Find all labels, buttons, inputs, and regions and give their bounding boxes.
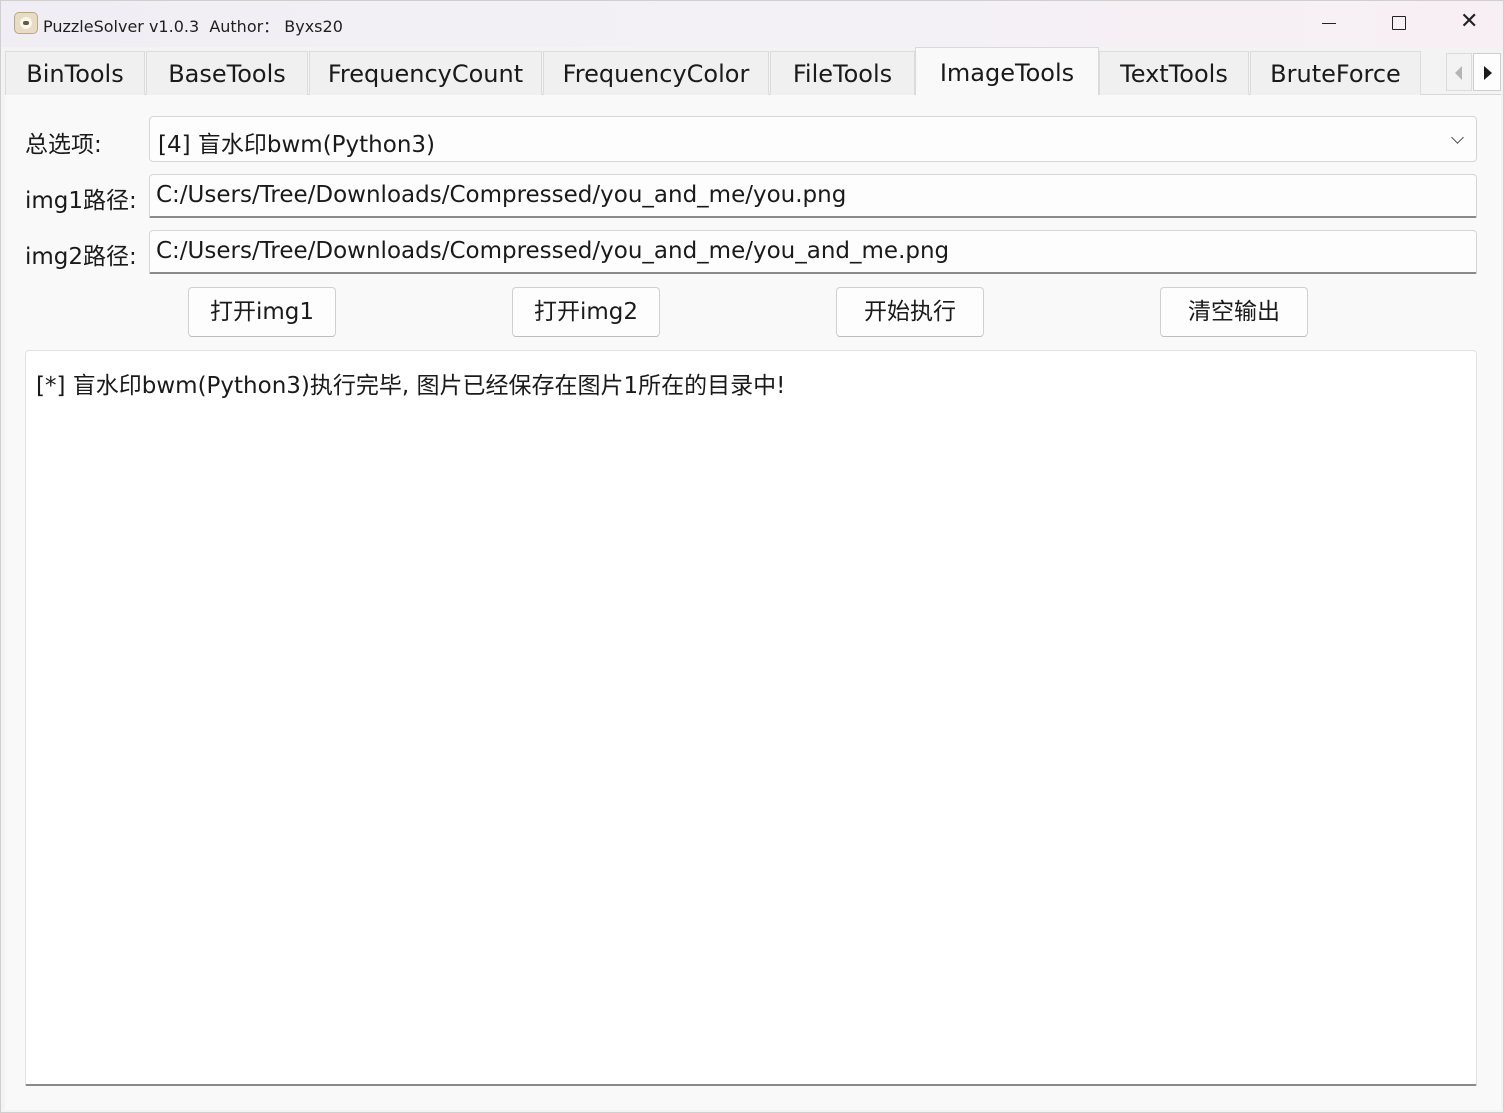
tab-scroll-right-icon[interactable] <box>1473 53 1501 91</box>
img2-path-input[interactable]: C:/Users/Tree/Downloads/Compressed/you_a… <box>149 230 1477 274</box>
minimize-button[interactable] <box>1293 1 1363 47</box>
execute-button[interactable]: 开始执行 <box>836 287 984 337</box>
maximize-button[interactable] <box>1363 1 1433 47</box>
clear-output-button[interactable]: 清空输出 <box>1160 287 1308 337</box>
tab-filetools[interactable]: FileTools <box>770 51 915 95</box>
tab-bintools[interactable]: BinTools <box>5 51 145 95</box>
img2-path-label: img2路径: <box>25 244 137 270</box>
tab-texttools[interactable]: TextTools <box>1099 51 1249 95</box>
tab-bruteforce[interactable]: BruteForce <box>1250 51 1421 95</box>
option-select-value: [4] 盲水印bwm(Python3) <box>158 132 436 158</box>
alpaca-app-icon <box>14 12 38 34</box>
app-window: PuzzleSolver v1.0.3 Author： Byxs20 ✕ Bin… <box>0 0 1504 1113</box>
maximize-icon <box>1392 16 1406 30</box>
imagetools-panel: 总选项: [4] 盲水印bwm(Python3) img1路径: C:/User… <box>5 95 1501 1110</box>
output-textarea[interactable]: [*] 盲水印bwm(Python3)执行完毕, 图片已经保存在图片1所在的目录… <box>25 350 1477 1086</box>
img1-path-input[interactable]: C:/Users/Tree/Downloads/Compressed/you_a… <box>149 174 1477 218</box>
title-bar[interactable]: PuzzleSolver v1.0.3 Author： Byxs20 ✕ <box>1 1 1503 47</box>
img2-path-value: C:/Users/Tree/Downloads/Compressed/you_a… <box>156 238 950 264</box>
tab-frequencycolor[interactable]: FrequencyColor <box>543 51 769 95</box>
open-img1-button[interactable]: 打开img1 <box>188 287 336 337</box>
tab-bar: BinTools BaseTools FrequencyCount Freque… <box>5 47 1501 96</box>
tab-basetools[interactable]: BaseTools <box>146 51 308 95</box>
option-select[interactable]: [4] 盲水印bwm(Python3) <box>149 116 1477 162</box>
tab-imagetools[interactable]: ImageTools <box>915 47 1099 96</box>
minimize-icon <box>1322 23 1336 24</box>
output-line: [*] 盲水印bwm(Python3)执行完毕, 图片已经保存在图片1所在的目录… <box>36 373 786 399</box>
window-title: PuzzleSolver v1.0.3 Author： Byxs20 <box>43 17 343 36</box>
img1-path-value: C:/Users/Tree/Downloads/Compressed/you_a… <box>156 182 847 208</box>
tab-scroll-left-icon[interactable] <box>1446 53 1472 91</box>
chevron-down-icon <box>1451 131 1464 144</box>
close-button[interactable]: ✕ <box>1433 1 1503 47</box>
option-label: 总选项: <box>25 132 102 158</box>
open-img2-button[interactable]: 打开img2 <box>512 287 660 337</box>
tab-frequencycount[interactable]: FrequencyCount <box>309 51 542 95</box>
close-icon: ✕ <box>1460 9 1479 34</box>
img1-path-label: img1路径: <box>25 188 137 214</box>
